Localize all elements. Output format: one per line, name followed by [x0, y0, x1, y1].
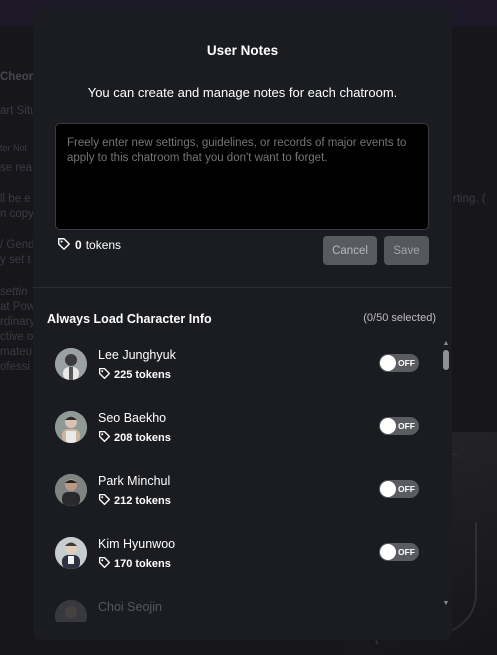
character-token-unit: tokens — [135, 432, 171, 444]
always-load-toggle[interactable]: OFF — [379, 543, 419, 561]
background-text: rdinary — [0, 316, 36, 328]
character-token-value: 212 — [114, 495, 133, 507]
tag-icon — [98, 367, 111, 383]
toggle-label: OFF — [398, 484, 415, 494]
toggle-knob — [380, 418, 396, 434]
character-row-lee-junghyuk[interactable]: Lee Junghyuk 225 tokens OFF — [33, 334, 452, 397]
avatar — [55, 474, 87, 506]
background-text: mateu — [0, 346, 32, 358]
toggle-label: OFF — [398, 421, 415, 431]
character-token-count: 208 tokens — [98, 430, 171, 446]
scrollbar-thumb[interactable] — [443, 350, 449, 370]
modal-description: You can create and manage notes for each… — [87, 85, 398, 100]
character-list[interactable]: Lee Junghyuk 225 tokens OFF Seo Baekho 2… — [33, 334, 452, 622]
tag-icon — [98, 556, 111, 572]
background-text: n copy — [0, 208, 34, 220]
tag-icon — [98, 493, 111, 509]
character-row-park-minchul[interactable]: Park Minchul 212 tokens OFF — [33, 460, 452, 523]
user-note-textarea[interactable] — [55, 123, 429, 230]
character-token-value: 225 — [114, 369, 133, 381]
background-text: settin — [0, 286, 28, 298]
character-row-kim-hyunwoo[interactable]: Kim Hyunwoo 170 tokens OFF — [33, 523, 452, 586]
character-list-scrollbar[interactable]: ▲ ▼ — [442, 340, 450, 610]
selected-count: (0/50 selected) — [363, 312, 436, 324]
character-name: Park Minchul — [98, 474, 171, 488]
always-load-toggle[interactable]: OFF — [379, 354, 419, 372]
character-token-count: 225 tokens — [98, 367, 171, 383]
background-text: rting. ( — [453, 193, 486, 205]
character-token-count: 212 tokens — [98, 493, 171, 509]
character-token-unit: tokens — [135, 369, 171, 381]
character-name: Seo Baekho — [98, 411, 167, 425]
toggle-label: OFF — [398, 547, 415, 557]
toggle-knob — [380, 355, 396, 371]
toggle-label: OFF — [398, 358, 415, 368]
modal-title: User Notes — [206, 43, 279, 58]
section-divider — [33, 287, 452, 288]
note-token-counter: 0 tokens — [57, 237, 121, 253]
avatar — [55, 411, 87, 443]
triangle-up-icon[interactable]: ▲ — [442, 340, 450, 348]
character-row-seo-baekho[interactable]: Seo Baekho 208 tokens OFF — [33, 397, 452, 460]
background-text: at Pow — [0, 301, 36, 313]
avatar — [55, 537, 87, 569]
note-token-count: 0 — [75, 238, 82, 252]
always-load-toggle[interactable]: OFF — [379, 417, 419, 435]
user-notes-modal: User Notes You can create and manage not… — [33, 7, 452, 640]
triangle-down-icon[interactable]: ▼ — [442, 600, 450, 608]
character-token-unit: tokens — [135, 558, 171, 570]
character-name: Lee Junghyuk — [98, 348, 176, 362]
cancel-button[interactable]: Cancel — [323, 236, 377, 265]
tag-icon — [57, 237, 71, 254]
save-button[interactable]: Save — [384, 236, 429, 265]
background-text: / Gend — [0, 239, 35, 251]
background-text: tor Not — [0, 143, 28, 153]
always-load-toggle[interactable]: OFF — [379, 480, 419, 498]
always-load-section-title: Always Load Character Info — [47, 312, 212, 326]
character-name: Kim Hyunwoo — [98, 537, 176, 551]
character-token-unit: tokens — [135, 495, 171, 507]
avatar — [55, 348, 87, 380]
character-token-count: 170 tokens — [98, 556, 171, 572]
tag-icon — [98, 430, 111, 446]
character-row-choi-seojin[interactable]: Choi Seojin — [33, 586, 452, 622]
toggle-knob — [380, 544, 396, 560]
avatar — [55, 600, 87, 622]
note-token-unit: tokens — [85, 238, 122, 252]
background-text: ofessi — [0, 361, 31, 373]
character-name: Choi Seojin — [98, 600, 162, 614]
character-token-value: 170 — [114, 558, 133, 570]
background-text: y set t — [0, 254, 31, 266]
background-text: se rea — [0, 162, 32, 174]
toggle-knob — [380, 481, 396, 497]
character-token-value: 208 — [114, 432, 133, 444]
background-text: art Situ — [0, 105, 37, 117]
background-text: ll be e — [0, 193, 31, 205]
background-text: ctive o — [0, 331, 34, 343]
